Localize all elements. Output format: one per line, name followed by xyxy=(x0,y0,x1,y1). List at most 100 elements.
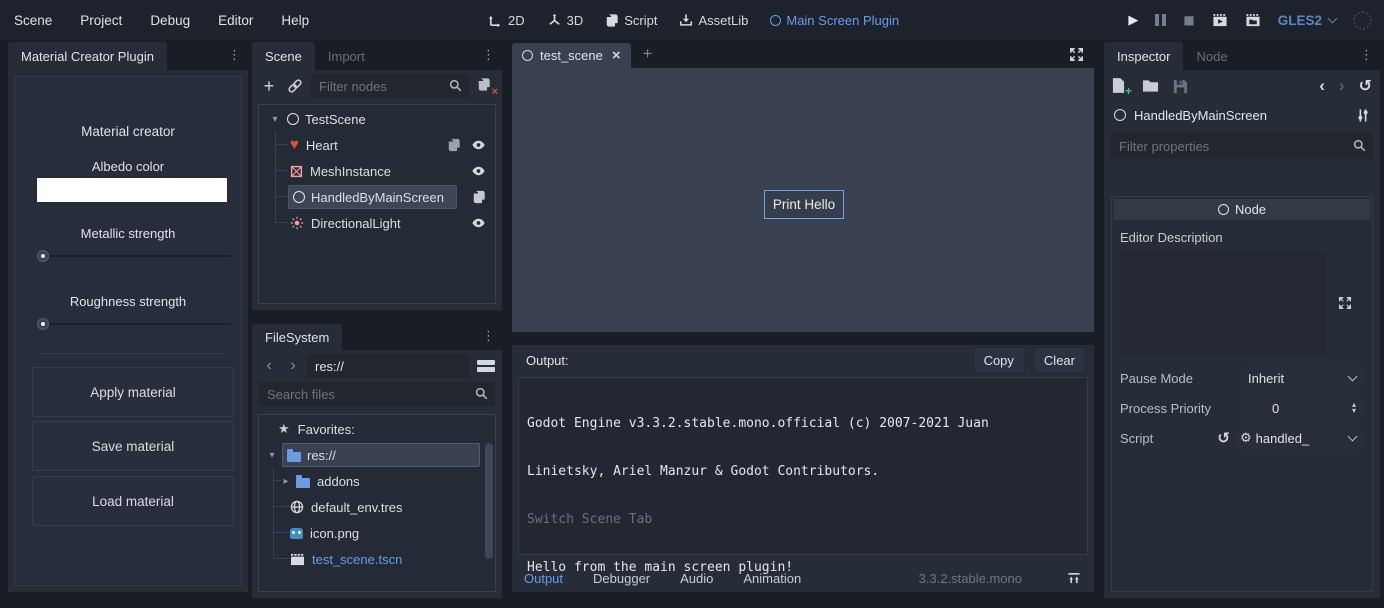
bottom-tab-animation[interactable]: Animation xyxy=(743,571,801,586)
expand-main-screen-icon[interactable] xyxy=(1069,47,1084,62)
plugin-main-screen-viewport: Print Hello xyxy=(512,68,1094,332)
filter-nodes-input[interactable] xyxy=(319,79,443,94)
scene-node-handledbymainscreen[interactable]: HandledByMainScreen xyxy=(260,184,494,210)
filter-nodes-input-wrap xyxy=(311,74,469,98)
clear-button[interactable]: Clear xyxy=(1033,347,1086,373)
workspace-main-screen-plugin-button[interactable]: Main Screen Plugin xyxy=(770,13,899,28)
path-input[interactable] xyxy=(315,359,461,374)
tab-inspector[interactable]: Inspector xyxy=(1104,42,1183,70)
tab-filesystem[interactable]: FileSystem xyxy=(252,324,342,350)
workspace-3d-button[interactable]: 3D xyxy=(547,13,584,28)
search-files-input[interactable] xyxy=(267,387,469,402)
pause-button[interactable] xyxy=(1155,14,1166,26)
node-icon xyxy=(1114,109,1126,121)
scene-node-testscene[interactable]: ▾ TestScene xyxy=(260,106,494,132)
dock-menu-icon[interactable]: ⋮ xyxy=(482,329,495,342)
stop-button[interactable]: ■ xyxy=(1183,13,1194,27)
menu-scene[interactable]: Scene xyxy=(14,13,52,28)
collapse-arrow-icon[interactable]: ▾ xyxy=(269,114,281,125)
menu-editor[interactable]: Editor xyxy=(218,13,253,28)
history-back-button[interactable]: ‹ xyxy=(1319,76,1325,96)
file-row-test-scene[interactable]: test_scene.tscn xyxy=(260,546,494,572)
history-back-button[interactable]: ‹ xyxy=(259,356,279,376)
bottom-tab-debugger[interactable]: Debugger xyxy=(593,571,650,586)
play-scene-icon[interactable] xyxy=(1212,13,1228,28)
visibility-eye-icon[interactable] xyxy=(471,164,486,178)
workspace-script-button[interactable]: Script xyxy=(605,13,657,28)
roughness-strength-slider[interactable] xyxy=(37,318,231,330)
history-forward-button[interactable]: › xyxy=(1339,76,1345,96)
new-scene-tab-button[interactable]: + xyxy=(643,44,653,64)
tab-material-creator-plugin[interactable]: Material Creator Plugin xyxy=(8,42,167,70)
expand-arrow-icon[interactable]: ▸ xyxy=(280,476,292,487)
visibility-eye-icon[interactable] xyxy=(471,138,486,152)
folder-row-addons[interactable]: ▸ addons xyxy=(260,468,494,494)
bottom-tab-audio[interactable]: Audio xyxy=(680,571,713,586)
load-resource-folder-icon[interactable] xyxy=(1142,79,1159,93)
process-priority-spinbox[interactable]: 0 ▴▾ xyxy=(1240,396,1364,420)
script-attached-icon[interactable] xyxy=(447,138,461,152)
detach-script-button[interactable]: × xyxy=(477,77,495,95)
visibility-eye-icon[interactable] xyxy=(471,216,486,230)
metallic-strength-slider[interactable] xyxy=(37,250,231,262)
tab-import[interactable]: Import xyxy=(315,42,378,70)
object-tools-icon[interactable] xyxy=(1356,108,1370,123)
file-row-default-env[interactable]: default_env.tres xyxy=(260,494,494,520)
inspector-tabstrip: Inspector Node ⋮ xyxy=(1104,40,1380,70)
play-button[interactable]: ▶ xyxy=(1128,13,1138,28)
instance-scene-icon[interactable] xyxy=(287,78,303,94)
collapse-arrow-icon[interactable]: ▾ xyxy=(266,450,278,461)
bottom-tab-output[interactable]: Output xyxy=(524,571,563,586)
slider-handle[interactable] xyxy=(37,250,49,262)
close-tab-icon[interactable]: × xyxy=(612,47,621,64)
tab-node[interactable]: Node xyxy=(1183,42,1240,70)
load-material-button[interactable]: Load material xyxy=(32,476,234,526)
menu-help[interactable]: Help xyxy=(281,13,309,28)
new-resource-button[interactable]: + xyxy=(1112,78,1128,94)
script-dropdown[interactable]: ⚙ handled_ xyxy=(1236,426,1364,450)
scene-tabstrip: Scene Import ⋮ xyxy=(252,40,502,70)
apply-material-button[interactable]: Apply material xyxy=(32,367,234,417)
favorites-row[interactable]: ★ Favorites: xyxy=(260,416,494,442)
expand-description-icon[interactable] xyxy=(1338,296,1352,310)
dock-menu-icon[interactable]: ⋮ xyxy=(482,48,495,61)
folder-icon xyxy=(287,452,301,462)
history-forward-button[interactable]: › xyxy=(283,356,303,376)
workspace-assetlib-button[interactable]: AssetLib xyxy=(679,13,748,28)
albedo-color-picker[interactable] xyxy=(37,178,227,202)
edit-history-icon[interactable]: ↺ xyxy=(1359,76,1372,96)
scene-file-icon xyxy=(290,553,305,566)
tab-scene[interactable]: Scene xyxy=(252,42,315,70)
save-material-button[interactable]: Save material xyxy=(32,421,234,471)
revert-script-icon[interactable]: ↺ xyxy=(1217,429,1230,447)
spinbox-arrows-icon[interactable]: ▴▾ xyxy=(1352,402,1356,414)
output-console[interactable]: Godot Engine v3.3.2.stable.mono.official… xyxy=(518,377,1088,555)
file-row-icon-png[interactable]: icon.png xyxy=(260,520,494,546)
dock-menu-icon[interactable]: ⋮ xyxy=(228,48,241,61)
play-custom-scene-icon[interactable] xyxy=(1245,13,1261,28)
dock-menu-icon[interactable]: ⋮ xyxy=(1360,48,1373,61)
sun-light-icon xyxy=(290,216,304,230)
toggle-split-mode-button[interactable] xyxy=(477,360,495,372)
editor-description-textarea[interactable] xyxy=(1120,251,1326,355)
slider-handle[interactable] xyxy=(37,318,49,330)
folder-row-res[interactable]: ▾ res:// xyxy=(260,442,494,468)
tab-test-scene[interactable]: test_scene × xyxy=(512,43,631,68)
workspace-2d-button[interactable]: 2D xyxy=(488,13,525,28)
filesystem-scrollbar[interactable] xyxy=(485,443,493,559)
print-hello-button[interactable]: Print Hello xyxy=(764,190,844,219)
pause-mode-dropdown[interactable]: Inherit xyxy=(1240,366,1364,390)
script-attached-icon[interactable] xyxy=(472,190,486,204)
scene-node-meshinstance[interactable]: MeshInstance xyxy=(260,158,494,184)
menu-project[interactable]: Project xyxy=(80,13,122,28)
filter-properties-input[interactable] xyxy=(1119,139,1347,154)
category-node-bar[interactable]: Node xyxy=(1114,199,1370,220)
collapse-bottom-panel-icon[interactable] xyxy=(1066,572,1082,585)
menu-debug[interactable]: Debug xyxy=(150,13,190,28)
scene-node-heart[interactable]: ♥ Heart xyxy=(260,132,494,158)
save-resource-floppy-icon[interactable] xyxy=(1173,79,1188,94)
add-node-button[interactable]: + xyxy=(259,76,279,96)
renderer-dropdown[interactable]: GLES2 xyxy=(1278,13,1336,28)
scene-node-directionallight[interactable]: DirectionalLight xyxy=(260,210,494,236)
copy-button[interactable]: Copy xyxy=(973,347,1025,373)
